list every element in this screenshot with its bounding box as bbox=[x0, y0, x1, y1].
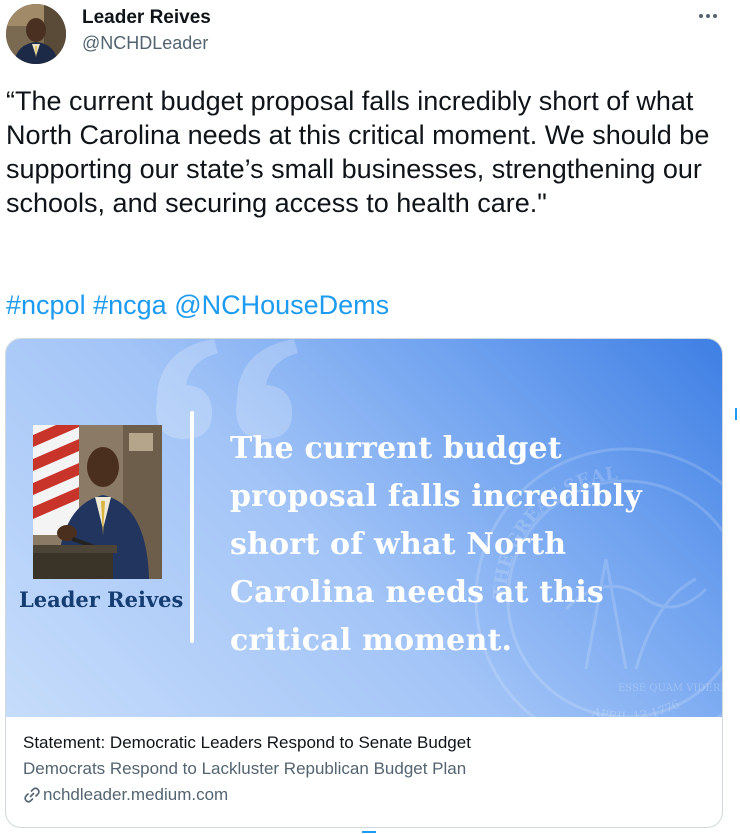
link-card[interactable]: THE GREAT SEAL APRIL 12 1776 ESSE QUAM V… bbox=[5, 338, 723, 828]
link-icon bbox=[23, 786, 41, 804]
hashtag-ncpol[interactable]: #ncpol bbox=[6, 290, 86, 320]
card-domain[interactable]: nchdleader.medium.com bbox=[23, 782, 703, 808]
card-title[interactable]: Statement: Democratic Leaders Respond to… bbox=[23, 730, 703, 756]
avatar-photo-icon bbox=[6, 4, 66, 64]
svg-text:APRIL 12 1776: APRIL 12 1776 bbox=[590, 697, 682, 717]
card-domain-text[interactable]: nchdleader.medium.com bbox=[43, 782, 228, 808]
seal-text-bottom: APRIL 12 1776 bbox=[590, 697, 682, 717]
leader-photo bbox=[33, 425, 162, 579]
tweet-body: “The current budget proposal falls incre… bbox=[6, 86, 710, 218]
avatar[interactable] bbox=[6, 4, 66, 64]
quote-divider bbox=[190, 411, 194, 643]
seal-text-motto: ESSE QUAM VIDERI bbox=[618, 683, 722, 694]
card-meta[interactable]: Statement: Democratic Leaders Respond to… bbox=[23, 730, 703, 808]
more-horizontal-icon[interactable] bbox=[696, 4, 720, 28]
card-quote: The current budget proposal falls incred… bbox=[230, 431, 642, 658]
tweet-text: “The current budget proposal falls incre… bbox=[6, 84, 732, 220]
author-handle[interactable]: @NCHDLeader bbox=[82, 31, 208, 55]
scroll-indicator bbox=[735, 408, 737, 420]
leader-photo-icon bbox=[33, 425, 162, 579]
mention-nchousedems[interactable]: @NCHouseDems bbox=[174, 290, 389, 320]
card-description: Democrats Respond to Lackluster Republic… bbox=[23, 759, 467, 778]
author-name[interactable]: Leader Reives bbox=[82, 6, 211, 30]
card-image[interactable]: THE GREAT SEAL APRIL 12 1776 ESSE QUAM V… bbox=[6, 339, 722, 717]
hashtag-row: #ncpol #ncga @NCHouseDems bbox=[6, 288, 389, 322]
hashtag-ncga[interactable]: #ncga bbox=[93, 290, 167, 320]
bottom-indicator bbox=[362, 831, 376, 833]
photo-caption: Leader Reives bbox=[19, 587, 184, 612]
